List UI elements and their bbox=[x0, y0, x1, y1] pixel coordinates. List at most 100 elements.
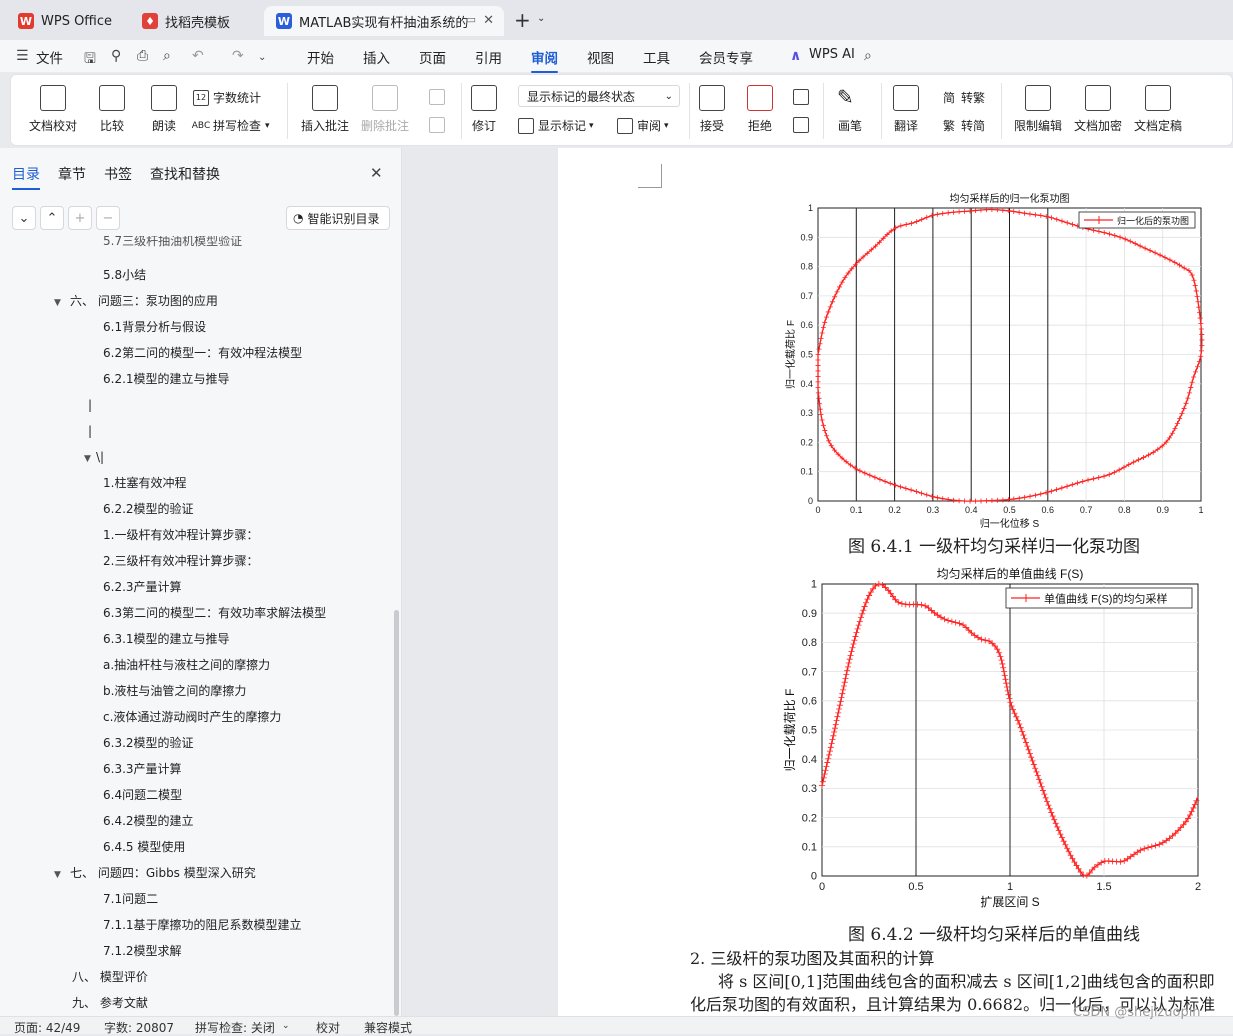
delete-comment-button[interactable]: 删除批注 bbox=[361, 85, 409, 134]
menu-view[interactable]: 视图 bbox=[587, 47, 614, 67]
toc-item[interactable]: 7.1.2模型求解 bbox=[103, 938, 182, 964]
save-icon[interactable]: 🖫 bbox=[84, 48, 96, 72]
menu-wps-ai[interactable]: WPS AI bbox=[809, 47, 855, 62]
y-tick-label: 0.4 bbox=[802, 754, 817, 766]
toc-scrollbar[interactable] bbox=[394, 610, 399, 1016]
spell-check-status[interactable]: 拼写检查: 关闭 bbox=[195, 1019, 275, 1036]
remove-level-button[interactable]: − bbox=[96, 206, 120, 230]
review-pane-button[interactable]: 审阅 ▾ bbox=[617, 117, 669, 134]
expand-arrow-icon[interactable]: ▼ bbox=[54, 862, 66, 888]
new-tab-plus-icon[interactable]: + bbox=[514, 8, 531, 32]
toc-item[interactable]: a.抽油杆柱与液柱之间的摩擦力 bbox=[103, 652, 270, 678]
menu-page[interactable]: 页面 bbox=[419, 47, 446, 67]
toc-item[interactable]: 八、 模型评价 bbox=[72, 964, 148, 990]
toc-item[interactable]: 6.2.3产量计算 bbox=[103, 574, 182, 600]
document-page[interactable]: 0 0.1 0.2 0.3 0.4 0.5 0.6 0.7 0.8 0.9 1 0 0.1 0.2 0.3 0… bbox=[558, 148, 1233, 1016]
expand-arrow-icon[interactable]: ▼ bbox=[84, 446, 96, 472]
menu-references[interactable]: 引用 bbox=[475, 47, 502, 67]
smart-toc-button[interactable]: ◔ 智能识别目录 bbox=[286, 206, 390, 230]
insert-comment-button[interactable]: 插入批注 bbox=[301, 85, 349, 134]
toc-item[interactable]: 7.1.1基于摩擦功的阻尼系数模型建立 bbox=[103, 912, 302, 938]
share-icon[interactable]: ⚲ bbox=[111, 48, 121, 64]
spell-dropdown-icon[interactable]: ⌄ bbox=[282, 1021, 290, 1031]
collapse-up-button[interactable]: ⌃ bbox=[40, 206, 64, 230]
quick-access-more-icon[interactable]: ⌄ bbox=[258, 52, 266, 63]
expand-arrow-icon[interactable]: ▼ bbox=[54, 290, 66, 316]
expand-down-button[interactable]: ⌄ bbox=[12, 206, 36, 230]
prev-change-button[interactable] bbox=[793, 89, 813, 105]
tab-docer-templates[interactable]: ♦ 找稻壳模板 bbox=[130, 6, 258, 36]
tab-current-document[interactable]: W MATLAB实现有杆抽油系统的 ▭ ✕ bbox=[264, 6, 504, 36]
page-indicator[interactable]: 页面: 42/49 bbox=[14, 1019, 80, 1036]
tab-wps-office[interactable]: W WPS Office bbox=[6, 6, 124, 36]
show-markup-button[interactable]: 显示标记 ▾ bbox=[518, 117, 594, 134]
toc-item[interactable]: 7.1问题二 bbox=[103, 886, 158, 912]
toc-item[interactable]: b.液柱与油管之间的摩擦力 bbox=[103, 678, 246, 704]
proof-status[interactable]: 校对 bbox=[316, 1019, 340, 1036]
toc-item[interactable]: 九、 参考文献 bbox=[72, 990, 148, 1016]
markup-state-select[interactable]: 显示标记的最终状态 ⌄ bbox=[518, 85, 680, 107]
toc-item[interactable]: c.液体通过游动阀时产生的摩擦力 bbox=[103, 704, 281, 730]
toc-item[interactable]: | bbox=[88, 418, 92, 444]
menu-insert[interactable]: 插入 bbox=[363, 47, 390, 67]
print-icon[interactable]: ⎙ bbox=[137, 48, 148, 64]
toc-item[interactable]: | bbox=[88, 392, 92, 418]
tab-toc[interactable]: 目录 bbox=[12, 164, 40, 190]
undo-icon[interactable]: ↶ bbox=[192, 48, 204, 64]
accept-button[interactable]: 接受 bbox=[699, 85, 725, 134]
next-comment-button[interactable] bbox=[429, 117, 449, 133]
next-change-button[interactable] bbox=[793, 117, 813, 133]
toc-item[interactable]: 1.一级杆有效冲程计算步骤： bbox=[103, 522, 258, 548]
menu-start[interactable]: 开始 bbox=[307, 47, 334, 67]
toc-item[interactable]: 6.3.1模型的建立与推导 bbox=[103, 626, 230, 652]
tab-menu-chevron-icon[interactable]: ⌄ bbox=[537, 13, 545, 24]
to-simplified-button[interactable]: 繁转简 bbox=[941, 117, 985, 134]
toc-item[interactable]: ▼ \| bbox=[84, 444, 104, 470]
menu-member[interactable]: 会员专享 bbox=[699, 47, 753, 67]
close-tab-icon[interactable]: ✕ bbox=[483, 13, 494, 28]
toc-item[interactable]: 6.3.2模型的验证 bbox=[103, 730, 194, 756]
redo-icon[interactable]: ↷ bbox=[232, 48, 244, 64]
toc-item[interactable]: 6.3.3产量计算 bbox=[103, 756, 182, 782]
toc-item[interactable]: 5.8小结 bbox=[103, 262, 146, 288]
tab-sections[interactable]: 章节 bbox=[58, 164, 86, 184]
toc-item[interactable]: 6.4问题二模型 bbox=[103, 782, 182, 808]
encrypt-button[interactable]: 文档加密 bbox=[1074, 85, 1122, 134]
word-count[interactable]: 字数: 20807 bbox=[104, 1019, 174, 1036]
prev-comment-button[interactable] bbox=[429, 89, 449, 105]
toc-item[interactable]: ▼ 六、 问题三：泵功图的应用 bbox=[54, 288, 218, 314]
print-preview-icon[interactable]: ⌕ bbox=[163, 48, 171, 64]
reject-button[interactable]: 拒绝 bbox=[747, 85, 773, 134]
finalize-button[interactable]: 文档定稿 bbox=[1134, 85, 1182, 134]
toc-item[interactable]: 6.3第二问的模型二：有效功率求解法模型 bbox=[103, 600, 326, 626]
proofread-button[interactable]: 文档校对 bbox=[29, 85, 77, 134]
toc-item[interactable]: 6.2.1模型的建立与推导 bbox=[103, 366, 230, 392]
compare-button[interactable]: 比较 bbox=[99, 85, 125, 134]
toc-item[interactable]: 6.2.2模型的验证 bbox=[103, 496, 194, 522]
toc-item[interactable]: 1.柱塞有效冲程 bbox=[103, 470, 186, 496]
to-traditional-button[interactable]: 简转繁 bbox=[941, 89, 985, 106]
spell-check-button[interactable]: ABC 拼写检查 ▾ bbox=[192, 117, 270, 134]
menu-review[interactable]: 审阅 bbox=[531, 47, 558, 73]
search-icon[interactable]: ⌕ bbox=[864, 48, 872, 64]
hamburger-menu-icon[interactable]: ☰ bbox=[16, 48, 29, 64]
track-changes-button[interactable]: 修订 bbox=[471, 85, 497, 134]
tab-bookmarks[interactable]: 书签 bbox=[104, 164, 132, 184]
menu-file[interactable]: 文件 bbox=[36, 47, 63, 67]
toc-item[interactable]: 5.7三级杆抽油机模型验证 bbox=[103, 236, 242, 254]
read-aloud-button[interactable]: 朗读 bbox=[151, 85, 177, 134]
word-count-button[interactable]: 12 字数统计 bbox=[193, 89, 261, 106]
menu-tools[interactable]: 工具 bbox=[643, 47, 670, 67]
toc-item[interactable]: 6.4.5 模型使用 bbox=[103, 834, 185, 860]
add-level-button[interactable]: + bbox=[68, 206, 92, 230]
pen-button[interactable]: ✎ 画笔 bbox=[837, 85, 863, 134]
tab-find-replace[interactable]: 查找和替换 bbox=[150, 164, 220, 184]
restrict-edit-button[interactable]: 限制编辑 bbox=[1014, 85, 1062, 134]
toc-item[interactable]: 2.三级杆有效冲程计算步骤： bbox=[103, 548, 258, 574]
translate-button[interactable]: 翻译 bbox=[893, 85, 919, 134]
toc-item[interactable]: 6.1背景分析与假设 bbox=[103, 314, 206, 340]
close-pane-icon[interactable]: ✕ bbox=[370, 164, 383, 182]
toc-item[interactable]: ▼ 七、 问题四：Gibbs 模型深入研究 bbox=[54, 860, 256, 886]
toc-item[interactable]: 6.2第二问的模型一：有效冲程法模型 bbox=[103, 340, 302, 366]
toc-item[interactable]: 6.4.2模型的建立 bbox=[103, 808, 194, 834]
